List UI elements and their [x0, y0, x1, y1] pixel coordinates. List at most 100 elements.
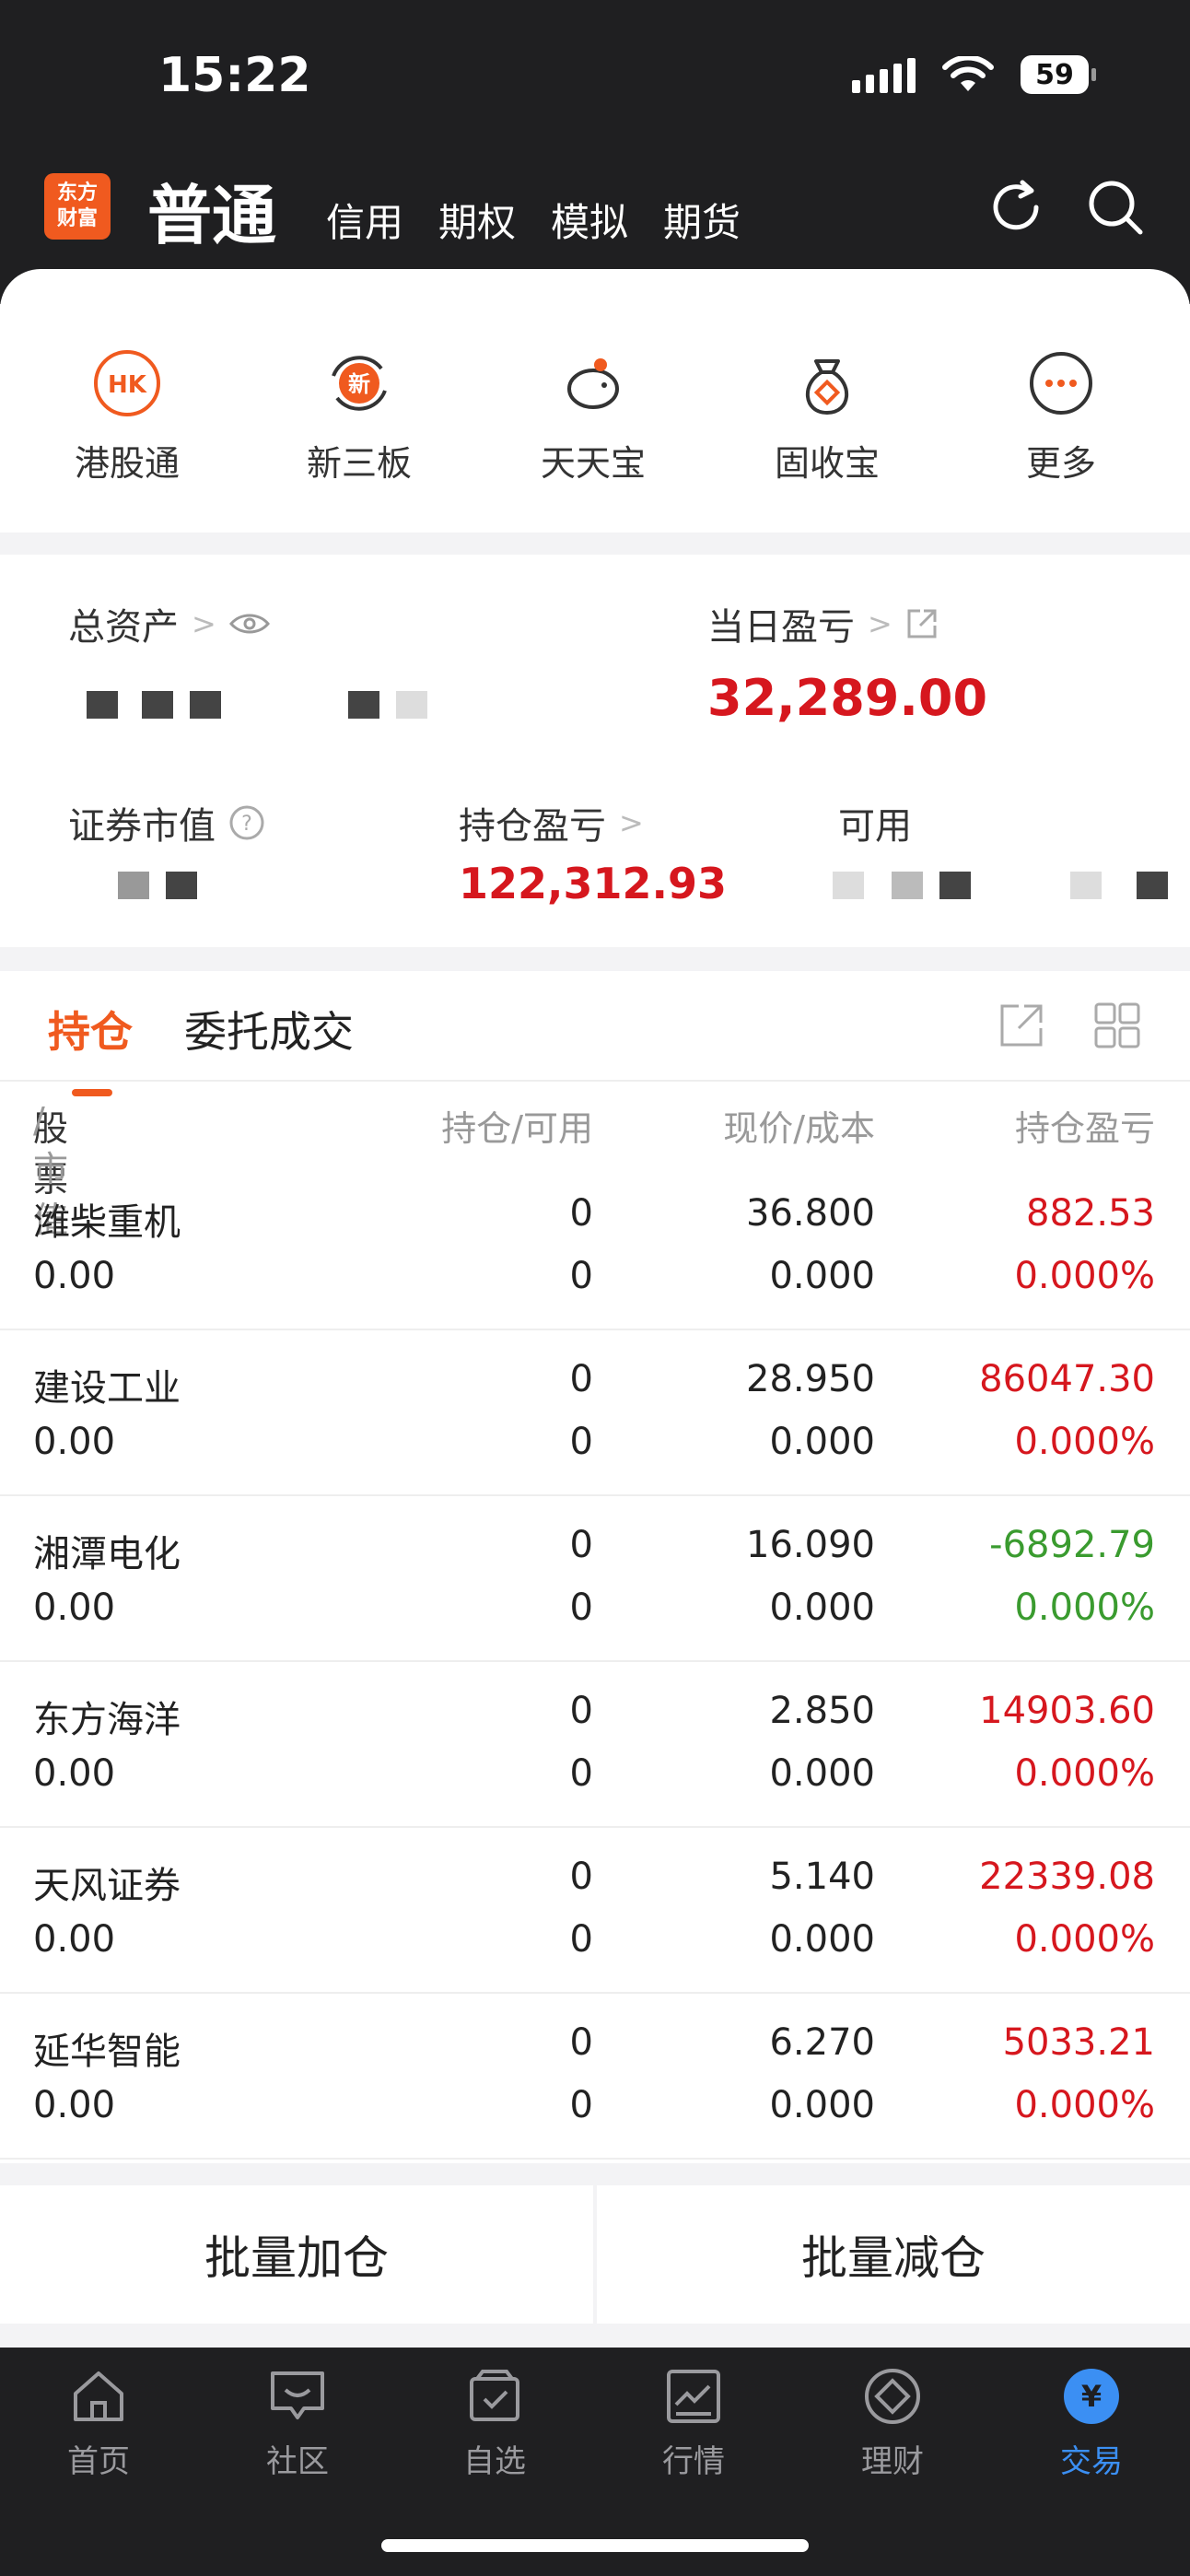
help-icon[interactable]: ? — [228, 804, 265, 841]
tab-wealth[interactable]: 理财 — [823, 2366, 962, 2481]
available-value-masked — [833, 872, 1168, 899]
stock-name: 潍柴重机 — [33, 1201, 181, 1244]
holding-pl-value: 122,312.93 — [459, 859, 728, 908]
svg-text:HK: HK — [108, 371, 147, 399]
stock-name: 湘潭电化 — [33, 1533, 181, 1575]
market-value-masked — [118, 872, 197, 899]
battery-icon: 59 — [1021, 55, 1096, 94]
table-row[interactable]: 潍柴重机 0.00 0 0 36.800 0.000 882.53 0.000% — [0, 1165, 1190, 1330]
market-value: 0.00 — [33, 1421, 116, 1463]
available-qty: 0 — [569, 1255, 593, 1297]
available-qty: 0 — [569, 1421, 593, 1463]
holding-pl: 14903.60 — [979, 1690, 1155, 1732]
cost-price: 0.000 — [769, 1421, 875, 1463]
tab-orders[interactable]: 委托成交 — [184, 999, 354, 1060]
tab-watchlist[interactable]: 自选 — [426, 2366, 564, 2481]
tab-options[interactable]: 期权 — [438, 192, 516, 248]
tab-futures[interactable]: 期货 — [663, 192, 741, 248]
table-row[interactable]: 建设工业 0.00 0 0 28.950 0.000 86047.30 0.000% — [0, 1330, 1190, 1496]
new-board-icon: 新 — [332, 356, 387, 411]
holding-pl: 882.53 — [1026, 1192, 1155, 1235]
asset-summary: 总资产 > 当日盈亏 > 32,289.00 证券市值 ? 持仓盈亏 > 122… — [0, 555, 1190, 947]
divider — [0, 1080, 1190, 1082]
wifi-icon — [942, 56, 994, 91]
tab-home[interactable]: 首页 — [29, 2366, 168, 2481]
batch-add-button[interactable]: 批量加仓 — [0, 2185, 593, 2324]
current-price: 2.850 — [769, 1690, 875, 1732]
positions-panel: 持仓 委托成交 股票/市值 持仓/可用 现价/成本 持仓盈亏 潍柴重机 0.00 0… — [0, 971, 1190, 2163]
batch-reduce-button[interactable]: 批量减仓 — [597, 2185, 1190, 2324]
chevron-right-icon: > — [619, 805, 644, 840]
money-bag-icon — [806, 359, 848, 416]
market-value: 0.00 — [33, 1587, 116, 1629]
hk-icon: HK — [94, 350, 160, 416]
wealth-icon — [865, 2369, 920, 2424]
col-hold-avail: 持仓/可用 — [441, 1108, 593, 1149]
cellular-signal-icon — [852, 56, 916, 93]
holding-pl: -6892.79 — [989, 1524, 1155, 1566]
home-icon — [74, 2371, 123, 2421]
quick-new-third-board[interactable]: 新 新三板 — [267, 348, 451, 486]
home-indicator — [381, 2539, 809, 2552]
table-header: 股票/市值 持仓/可用 现价/成本 持仓盈亏 — [0, 1100, 1190, 1240]
quick-hk-connect[interactable]: HK 港股通 — [35, 348, 219, 486]
eye-icon[interactable] — [228, 611, 270, 637]
holding-qty: 0 — [569, 1524, 593, 1566]
market-value: 0.00 — [33, 1752, 116, 1795]
holding-pl-pct: 0.000% — [1014, 1255, 1155, 1297]
tab-holdings[interactable]: 持仓 — [48, 999, 133, 1096]
holding-pl-pct: 0.000% — [1014, 1587, 1155, 1629]
tab-simulation[interactable]: 模拟 — [551, 192, 628, 248]
table-row[interactable]: 延华智能 0.00 0 0 6.270 0.000 5033.21 0.000% — [0, 1994, 1190, 2160]
holding-pl-label[interactable]: 持仓盈亏 > — [459, 796, 644, 849]
daily-pl-value: 32,289.00 — [707, 669, 988, 727]
quick-gushoubao[interactable]: 固收宝 — [735, 348, 919, 486]
tab-market[interactable]: 行情 — [624, 2366, 763, 2481]
app-header: 15:22 59 东方 财富 普通 信用 期权 模拟 期货 — [0, 0, 1190, 304]
holding-qty: 0 — [569, 2021, 593, 2064]
holding-qty: 0 — [569, 1358, 593, 1400]
available-qty: 0 — [569, 2084, 593, 2126]
share-icon[interactable] — [997, 1001, 1046, 1050]
market-value-label: 证券市值 ? — [68, 796, 265, 849]
status-time: 15:22 — [158, 48, 311, 103]
app-logo: 东方 财富 — [44, 173, 111, 240]
layout-grid-icon[interactable] — [1092, 1001, 1142, 1050]
cost-price: 0.000 — [769, 2084, 875, 2126]
cost-price: 0.000 — [769, 1752, 875, 1795]
more-icon — [1030, 352, 1092, 415]
table-row[interactable]: 湘潭电化 0.00 0 0 16.090 0.000 -6892.79 0.000% — [0, 1496, 1190, 1662]
available-qty: 0 — [569, 1587, 593, 1629]
holding-pl-pct: 0.000% — [1014, 1421, 1155, 1463]
status-icons: 59 — [852, 55, 1096, 94]
available-label: 可用 — [838, 805, 912, 848]
holding-qty: 0 — [569, 1192, 593, 1235]
tab-normal[interactable]: 普通 — [147, 164, 276, 257]
stock-name: 延华智能 — [33, 2031, 181, 2073]
stock-name: 天风证券 — [33, 1865, 181, 1907]
tab-trade[interactable]: ¥ 交易 — [1022, 2366, 1161, 2481]
quick-more[interactable]: 更多 — [969, 348, 1153, 486]
watchlist-icon — [470, 2370, 519, 2421]
available-qty: 0 — [569, 1752, 593, 1795]
holding-qty: 0 — [569, 1690, 593, 1732]
refresh-icon[interactable] — [984, 175, 1048, 240]
tab-credit[interactable]: 信用 — [326, 192, 403, 248]
col-holding-pl: 持仓盈亏 — [1014, 1108, 1155, 1149]
total-assets-label[interactable]: 总资产 > — [68, 597, 270, 650]
stock-name: 东方海洋 — [33, 1699, 181, 1741]
table-row[interactable]: 东方海洋 0.00 0 0 2.850 0.000 14903.60 0.000% — [0, 1662, 1190, 1828]
quick-tiantianbao[interactable]: 天天宝 — [501, 348, 685, 486]
external-link-icon[interactable] — [905, 607, 939, 640]
account-type-tabs: 信用 期权 模拟 期货 — [326, 192, 741, 248]
current-price: 6.270 — [769, 2021, 875, 2064]
search-icon[interactable] — [1083, 175, 1148, 240]
chevron-right-icon: > — [192, 606, 216, 641]
daily-pl-label[interactable]: 当日盈亏 > — [707, 597, 939, 650]
current-price: 16.090 — [746, 1524, 875, 1566]
cost-price: 0.000 — [769, 1255, 875, 1297]
svg-text:新: 新 — [348, 371, 370, 397]
tab-community[interactable]: 社区 — [228, 2366, 367, 2481]
holding-qty: 0 — [569, 1856, 593, 1898]
table-row[interactable]: 天风证券 0.00 0 0 5.140 0.000 22339.08 0.000% — [0, 1828, 1190, 1994]
